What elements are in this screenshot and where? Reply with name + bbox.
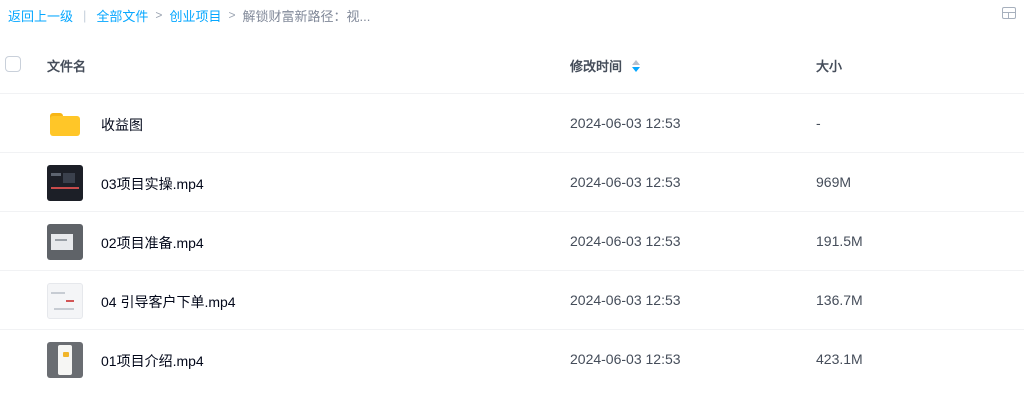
file-name[interactable]: 04 引导客户下单.mp4 bbox=[101, 292, 236, 312]
grid-view-icon[interactable] bbox=[1002, 7, 1016, 19]
table-row[interactable]: 收益图 2024-06-03 12:53 - bbox=[0, 93, 1024, 152]
table-row[interactable]: 04 引导客户下单.mp4 2024-06-03 12:53 136.7M bbox=[0, 270, 1024, 329]
file-size: - bbox=[816, 115, 821, 131]
file-name[interactable]: 02项目准备.mp4 bbox=[101, 233, 204, 253]
file-time: 2024-06-03 12:53 bbox=[570, 115, 681, 131]
breadcrumb-separator: > bbox=[155, 8, 163, 22]
select-all-checkbox[interactable] bbox=[5, 56, 21, 72]
file-size: 423.1M bbox=[816, 351, 863, 367]
file-size: 191.5M bbox=[816, 233, 863, 249]
table-row[interactable]: 02项目准备.mp4 2024-06-03 12:53 191.5M bbox=[0, 211, 1024, 270]
file-name[interactable]: 03项目实操.mp4 bbox=[101, 174, 204, 194]
file-time: 2024-06-03 12:53 bbox=[570, 351, 681, 367]
file-browser: 返回上一级 | 全部文件 > 创业项目 > 解锁财富新路径：视... 文件名 修… bbox=[0, 0, 1024, 401]
breadcrumb-current: 解锁财富新路径：视... bbox=[242, 8, 371, 24]
file-time: 2024-06-03 12:53 bbox=[570, 292, 681, 308]
back-link[interactable]: 返回上一级 bbox=[8, 6, 73, 25]
folder-icon bbox=[47, 106, 83, 142]
file-name[interactable]: 01项目介绍.mp4 bbox=[101, 351, 204, 371]
table-row[interactable]: 01项目介绍.mp4 2024-06-03 12:53 423.1M bbox=[0, 329, 1024, 388]
breadcrumb-separator: > bbox=[228, 8, 236, 22]
breadcrumb-all-files[interactable]: 全部文件 bbox=[96, 6, 148, 25]
column-header-size[interactable]: 大小 bbox=[816, 56, 842, 75]
sort-icon[interactable] bbox=[632, 59, 641, 72]
video-thumbnail bbox=[47, 165, 83, 201]
table-header: 文件名 修改时间 大小 bbox=[0, 40, 1024, 88]
column-header-time-label: 修改时间 bbox=[570, 59, 623, 74]
breadcrumb-divider: | bbox=[83, 7, 87, 23]
video-thumbnail bbox=[47, 224, 83, 260]
video-thumbnail bbox=[47, 342, 83, 378]
file-time: 2024-06-03 12:53 bbox=[570, 174, 681, 190]
file-time: 2024-06-03 12:53 bbox=[570, 233, 681, 249]
breadcrumb-startup-projects[interactable]: 创业项目 bbox=[169, 6, 221, 25]
file-size: 969M bbox=[816, 174, 852, 190]
file-list: 收益图 2024-06-03 12:53 - 03项目实操.mp4 2024-0… bbox=[0, 93, 1024, 388]
column-header-time[interactable]: 修改时间 bbox=[570, 56, 641, 75]
video-thumbnail bbox=[47, 283, 83, 319]
column-header-name[interactable]: 文件名 bbox=[47, 56, 86, 75]
table-row[interactable]: 03项目实操.mp4 2024-06-03 12:53 969M bbox=[0, 152, 1024, 211]
breadcrumb: 返回上一级 | 全部文件 > 创业项目 > 解锁财富新路径：视... bbox=[8, 5, 370, 25]
file-name[interactable]: 收益图 bbox=[101, 115, 143, 135]
file-size: 136.7M bbox=[816, 292, 863, 308]
